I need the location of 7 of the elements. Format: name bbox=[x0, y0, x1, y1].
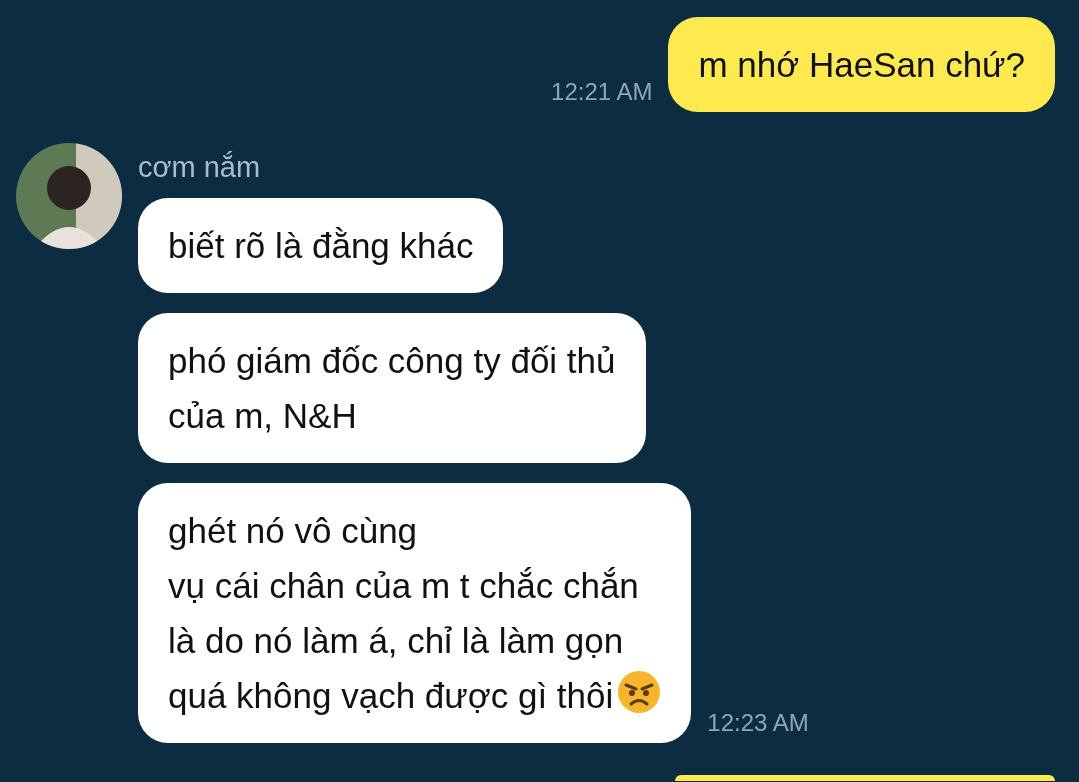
sender-name: cơm nắm bbox=[138, 153, 261, 182]
message-time: 12:23 AM bbox=[707, 708, 809, 738]
message-text: phó giám đốc công ty đối thủ của m, N&H bbox=[168, 341, 616, 435]
message-text: ghét nó vô cùng vụ cái chân của m t chắc chắn là do nó làm á, chỉ là làm gọn quá không vạch được gì thôi bbox=[168, 511, 639, 715]
message-bubble: m nhớ HaeSan chứ? bbox=[668, 17, 1055, 112]
message-text: biết rõ là đằng khác bbox=[168, 226, 474, 265]
message-time: 12:21 AM bbox=[551, 77, 653, 107]
